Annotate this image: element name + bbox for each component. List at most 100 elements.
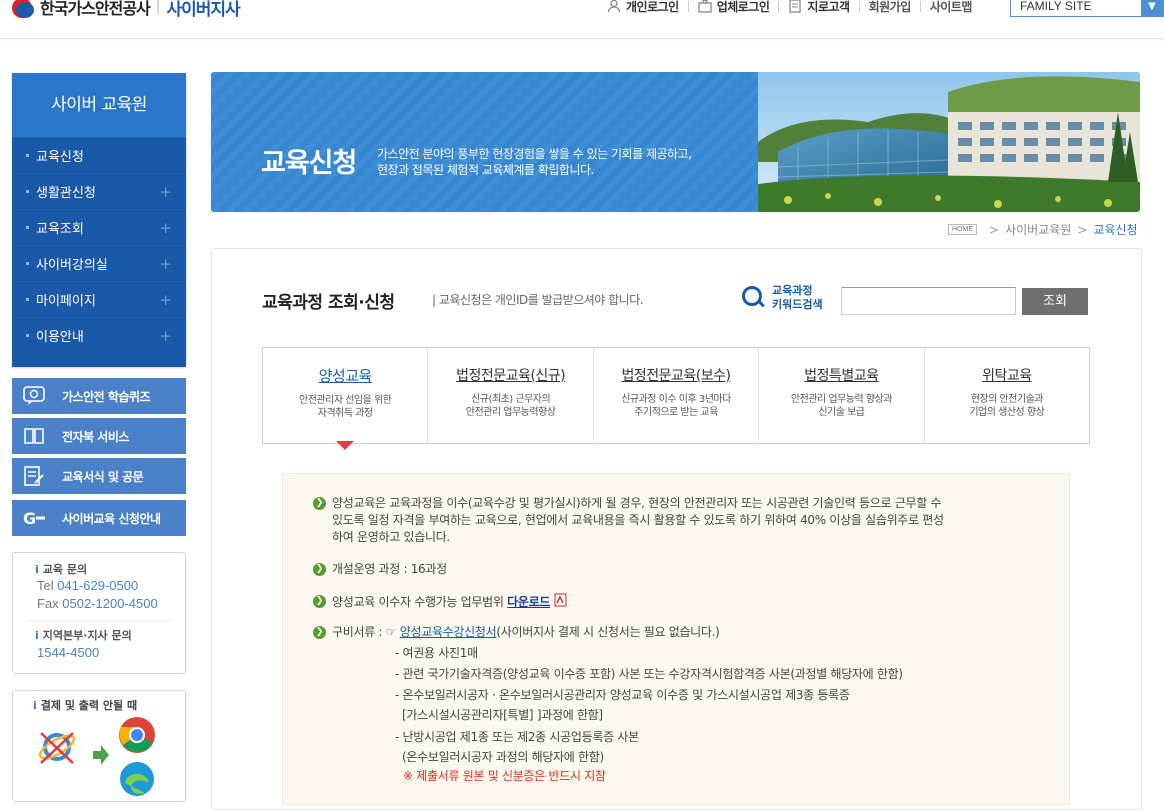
home-link[interactable]: HOME — [948, 224, 977, 235]
tab-training[interactable]: 양성교육 안전관리자 선임을 위한 자격취득 과정 — [263, 348, 427, 443]
breadcrumb-separator: > — [989, 222, 1000, 237]
info-paragraph-intro: ❯ 양성교육은 교육과정을 이수(교육수강 및 평가실시)하게 될 경우, 현장… — [313, 495, 1042, 546]
tab-name[interactable]: 법정전문교육(보수) — [594, 365, 758, 385]
tab-name[interactable]: 법정전문교육(신규) — [428, 365, 592, 385]
giro-customer-link[interactable]: 지로고객 — [779, 0, 858, 15]
info-icon: i — [35, 629, 39, 642]
sidebar-item-label: 이용안내 — [36, 330, 84, 345]
page-title: 교육과정 조회·신청 — [262, 293, 395, 313]
tab-description: 현장의 안전기술과 기업의 생산성 향상 — [969, 394, 1045, 418]
keyword-label-line2: 키워드검색 — [772, 298, 823, 311]
info-course-count: ❯ 개설운영 과정 : 16과정 — [313, 561, 1042, 578]
tab-name[interactable]: 양성교육 — [263, 365, 427, 386]
campus-photo — [758, 72, 1140, 212]
tab-description: 신규(최초) 근무자의 안전관리 업무능력향상 — [465, 394, 556, 418]
sidebar-item-edu-apply[interactable]: 교육신청 — [12, 137, 186, 173]
tab-legal-refresh[interactable]: 법정전문교육(보수) 신규과정 이수 이후 3년마다 주기적으로 받는 교육 — [592, 348, 758, 443]
application-form-link[interactable]: 양성교육수강신청서 — [400, 625, 497, 639]
browser-help-box: i 결제 및 출력 안될 때 — [12, 690, 186, 802]
edu-forms-label: 교육서식 및 공문 — [62, 469, 144, 484]
book-icon — [22, 425, 46, 447]
signup-link[interactable]: 회원가입 — [860, 0, 920, 15]
sidebar-item-label: 사이버강의실 — [36, 258, 108, 273]
form-icon — [22, 465, 46, 487]
sidebar-item-mypage[interactable]: 마이페이지 + — [12, 281, 186, 317]
tab-legal-special[interactable]: 법정특별교육 안전관리 업무능력 향상과 신기술 보급 — [758, 348, 923, 443]
region-inquiry-title: i 지역본부·지사 문의 — [35, 629, 132, 642]
org-name: 한국가스안전공사 — [40, 0, 151, 18]
plus-icon[interactable]: + — [159, 327, 172, 345]
region-tel-number: 1544-4500 — [37, 645, 100, 660]
download-link[interactable]: 다운로드 — [507, 595, 550, 609]
ebook-button[interactable]: 전자북 서비스 — [12, 418, 186, 454]
keyword-search-label: 교육과정 키워드검색 — [742, 284, 823, 312]
bullet-icon — [26, 190, 29, 193]
company-login-link[interactable]: 업체로그인 — [689, 0, 779, 15]
tab-name[interactable]: 법정특별교육 — [759, 365, 923, 385]
chevron-right-icon: ❯ — [313, 563, 326, 576]
info-icon: i — [33, 699, 37, 712]
internet-explorer-icon — [38, 732, 76, 764]
document-icon — [788, 0, 802, 13]
doc-item: - 여권용 사진1매 — [395, 646, 478, 660]
personal-login-link[interactable]: 개인로그인 — [598, 0, 688, 15]
sidebar-item-label: 생활관신청 — [36, 186, 96, 201]
info-icon: i — [35, 563, 39, 576]
doc-item: - 온수보일러시공자 · 온수보일러시공관리자 양성교육 이수증 및 가스시설시… — [395, 688, 850, 702]
info-required-docs: ❯ 구비서류 : ☞ 양성교육수강신청서(사이버지사 결제 시 신청서는 필요 … — [313, 624, 1042, 641]
ebook-label: 전자북 서비스 — [62, 429, 129, 444]
search-icon — [742, 286, 766, 310]
tab-legal-new[interactable]: 법정전문교육(신규) 신규(최초) 근무자의 안전관리 업무능력향상 — [427, 348, 592, 443]
edu-forms-button[interactable]: 교육서식 및 공문 — [12, 458, 186, 494]
divider — [27, 620, 171, 621]
svg-text:G: G — [23, 509, 36, 527]
cyber-edu-guide-label: 사이버교육 신청안내 — [62, 511, 161, 526]
bullet-icon — [26, 262, 29, 265]
bullet-icon — [26, 298, 29, 301]
keyword-search-input[interactable] — [841, 287, 1016, 315]
pointing-hand-icon: ☞ — [385, 625, 397, 639]
chevron-down-icon[interactable]: ▼ — [1141, 0, 1163, 16]
tab-description: 안전관리 업무능력 향상과 신기술 보급 — [790, 394, 893, 418]
doc-item: - 관련 국가기술자격증(양성교육 이수증 포함) 사본 또는 수강자격시험합격… — [395, 667, 903, 681]
sidebar-item-edu-lookup[interactable]: 교육조회 + — [12, 209, 186, 245]
sitemap-link[interactable]: 사이트맵 — [921, 0, 981, 15]
family-site-value: FAMILY SITE — [1020, 0, 1092, 13]
cyber-edu-guide-button[interactable]: G 사이버교육 신청안내 — [12, 500, 186, 536]
search-button[interactable]: 조회 — [1022, 288, 1088, 315]
breadcrumb-level1[interactable]: 사이버교육원 — [1005, 221, 1071, 238]
tab-consigned[interactable]: 위탁교육 현장의 안전기술과 기업의 생산성 향상 — [923, 348, 1089, 443]
plus-icon[interactable]: + — [159, 219, 172, 237]
tab-name[interactable]: 위탁교육 — [925, 365, 1089, 385]
tab-description: 안전관리자 선임을 위한 자격취득 과정 — [299, 395, 392, 419]
breadcrumb-current: 교육신청 — [1093, 223, 1138, 237]
sidebar-item-dormitory[interactable]: 생활관신청 + — [12, 173, 186, 209]
quiz-label: 가스안전 학습퀴즈 — [62, 389, 151, 404]
breadcrumb: HOME > 사이버교육원 > 교육신청 — [948, 221, 1138, 238]
fax-number: Fax 0502-1200-4500 — [37, 596, 158, 611]
doc-item: [가스시설시공관리자[특별] ]과정에 한함] — [395, 708, 603, 722]
plus-icon[interactable]: + — [159, 183, 172, 201]
plus-icon[interactable]: + — [159, 291, 172, 309]
top-header: 한국가스안전공사 | 사이버지사 개인로그인 업체로그인 지로고객 회원가입 사 — [0, 0, 1164, 39]
page-banner: 교육신청 가스안전 분야의 풍부한 현장경험을 쌓을 수 있는 기회를 제공하고… — [211, 72, 1140, 212]
sidebar-item-cyber-class[interactable]: 사이버강의실 + — [12, 245, 186, 281]
chevron-right-icon: ❯ — [313, 497, 326, 510]
page-subtitle: | 교육신청은 개인ID를 발급받으셔야 합니다. — [432, 293, 644, 307]
briefcase-icon — [698, 0, 712, 13]
logo[interactable]: 한국가스안전공사 | 사이버지사 — [12, 0, 241, 20]
sidebar-title: 사이버 교육원 — [12, 73, 186, 137]
plus-icon[interactable]: + — [159, 255, 172, 273]
edge-icon — [120, 762, 154, 796]
quiz-button[interactable]: 가스안전 학습퀴즈 — [12, 378, 186, 414]
contact-box: i 교육 문의 Tel 041-629-0500 Fax 0502-1200-45… — [12, 552, 186, 674]
global-nav: 개인로그인 업체로그인 지로고객 회원가입 사이트맵 — [598, 0, 981, 16]
sidebar-item-guide[interactable]: 이용안내 + — [12, 317, 186, 353]
pdf-icon[interactable] — [554, 593, 568, 607]
giro-customer-label: 지로고객 — [807, 0, 850, 14]
bullet-icon — [26, 154, 29, 157]
sidebar-item-label: 교육신청 — [36, 150, 84, 165]
banner-desc-line1: 가스안전 분야의 풍부한 현장경험을 쌓을 수 있는 기회를 제공하고, — [377, 147, 692, 161]
family-site-select[interactable]: FAMILY SITE ▼ — [1010, 0, 1164, 17]
chevron-right-icon: ❯ — [313, 626, 326, 639]
